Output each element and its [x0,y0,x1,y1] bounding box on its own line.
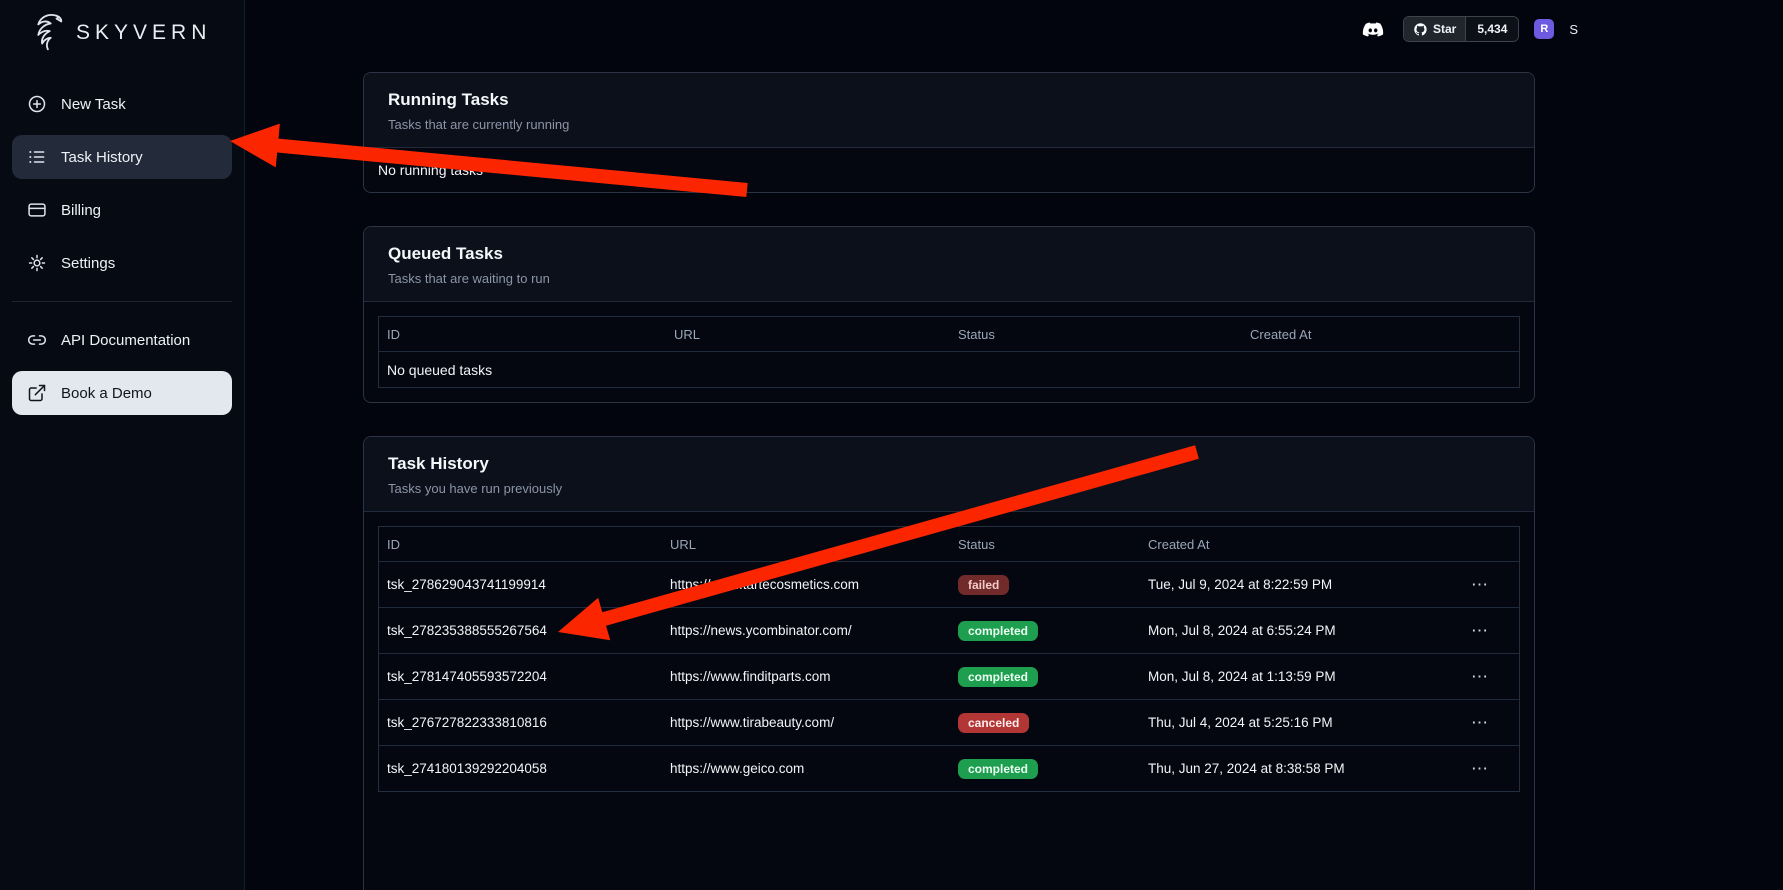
table-row[interactable]: tsk_278147405593572204 https://www.findi… [379,653,1519,699]
task-url-cell: https://news.ycombinator.com/ [670,623,958,638]
queued-tasks-table: ID URL Status Created At No queued tasks [378,316,1520,388]
main-content: Running Tasks Tasks that are currently r… [245,0,1783,890]
task-id-cell: tsk_278629043741199914 [379,577,670,592]
task-history-table: ID URL Status Created At tsk_27862904374… [378,526,1520,792]
column-header-status: Status [958,327,1250,342]
card-title: Task History [388,454,1510,474]
task-id-cell: tsk_276727822333810816 [379,715,670,730]
task-id-cell: tsk_278147405593572204 [379,669,670,684]
queued-tasks-header: Queued Tasks Tasks that are waiting to r… [364,227,1534,302]
queued-tasks-card: Queued Tasks Tasks that are waiting to r… [363,226,1535,403]
table-row[interactable]: tsk_274180139292204058 https://www.geico… [379,745,1519,791]
task-history-card: Task History Tasks you have run previous… [363,436,1535,890]
task-created-cell: Thu, Jun 27, 2024 at 8:38:58 PM [1148,761,1463,776]
list-icon [27,147,47,167]
row-menu-button[interactable]: ⋯ [1463,572,1496,597]
queued-tasks-empty: No queued tasks [379,351,1519,387]
status-badge: canceled [958,713,1029,733]
sidebar-item-new-task[interactable]: New Task [12,82,232,126]
user-label: S [1569,22,1578,37]
column-header-url: URL [674,327,958,342]
sidebar-item-label: Task History [61,149,143,166]
status-badge: completed [958,621,1038,641]
task-created-cell: Mon, Jul 8, 2024 at 6:55:24 PM [1148,623,1463,638]
running-tasks-header: Running Tasks Tasks that are currently r… [364,73,1534,148]
sidebar-item-label: Settings [61,255,115,272]
skyvern-dragon-icon [22,10,68,56]
column-header-status: Status [958,537,1148,552]
discord-button[interactable] [1360,17,1388,41]
sidebar-item-billing[interactable]: Billing [12,188,232,232]
table-header-row: ID URL Status Created At [379,317,1519,351]
task-id-cell: tsk_274180139292204058 [379,761,670,776]
column-header-id: ID [379,327,674,342]
task-url-cell: https://www.tirabeauty.com/ [670,715,958,730]
card-subtitle: Tasks that are waiting to run [388,271,1510,286]
external-link-icon [27,383,47,403]
status-badge: failed [958,575,1009,595]
task-history-header: Task History Tasks you have run previous… [364,437,1534,512]
github-star-label: Star [1433,22,1456,36]
discord-icon [1360,19,1386,40]
github-star-widget[interactable]: Star 5,434 [1403,16,1519,42]
running-tasks-card: Running Tasks Tasks that are currently r… [363,72,1535,193]
brand-name: SKYVERN [76,21,211,45]
row-menu-button[interactable]: ⋯ [1463,664,1496,689]
github-star-count: 5,434 [1465,17,1518,41]
table-header-row: ID URL Status Created At [379,527,1519,561]
sidebar-nav: New Task Task History Billing Settings [0,74,244,415]
task-created-cell: Thu, Jul 4, 2024 at 5:25:16 PM [1148,715,1463,730]
sidebar-item-label: Billing [61,202,101,219]
card-title: Queued Tasks [388,244,1510,264]
row-menu-button[interactable]: ⋯ [1463,710,1496,735]
table-row[interactable]: tsk_278629043741199914 https://www.tarte… [379,561,1519,607]
sidebar: SKYVERN New Task Task History Billing [0,0,245,890]
row-menu-button[interactable]: ⋯ [1463,756,1496,781]
sidebar-item-label: Book a Demo [61,385,152,402]
task-url-cell: https://www.tartecosmetics.com [670,577,958,592]
sidebar-item-settings[interactable]: Settings [12,241,232,285]
card-subtitle: Tasks that are currently running [388,117,1510,132]
plus-circle-icon [27,94,47,114]
column-header-url: URL [670,537,958,552]
brand-logo[interactable]: SKYVERN [0,0,244,74]
credit-card-icon [27,200,47,220]
column-header-created-at: Created At [1148,537,1463,552]
topbar: Star 5,434 R S [1360,16,1578,42]
sidebar-item-task-history[interactable]: Task History [12,135,232,179]
column-header-id: ID [379,537,670,552]
sidebar-item-label: New Task [61,96,126,113]
status-badge: completed [958,759,1038,779]
card-subtitle: Tasks you have run previously [388,481,1510,496]
task-url-cell: https://www.finditparts.com [670,669,958,684]
task-url-cell: https://www.geico.com [670,761,958,776]
column-header-created-at: Created At [1250,327,1519,342]
task-created-cell: Mon, Jul 8, 2024 at 1:13:59 PM [1148,669,1463,684]
link-icon [27,330,47,350]
gear-icon [27,253,47,273]
status-badge: completed [958,667,1038,687]
sidebar-item-api-documentation[interactable]: API Documentation [12,318,232,362]
sidebar-item-label: API Documentation [61,332,190,349]
sidebar-divider [12,301,232,302]
sidebar-item-book-a-demo[interactable]: Book a Demo [12,371,232,415]
row-menu-button[interactable]: ⋯ [1463,618,1496,643]
card-title: Running Tasks [388,90,1510,110]
running-tasks-empty: No running tasks [364,148,1534,192]
task-id-cell: tsk_278235388555267564 [379,623,670,638]
task-created-cell: Tue, Jul 9, 2024 at 8:22:59 PM [1148,577,1463,592]
table-row[interactable]: tsk_278235388555267564 https://news.ycom… [379,607,1519,653]
github-icon [1413,22,1428,37]
avatar[interactable]: R [1534,19,1554,39]
table-row[interactable]: tsk_276727822333810816 https://www.tirab… [379,699,1519,745]
